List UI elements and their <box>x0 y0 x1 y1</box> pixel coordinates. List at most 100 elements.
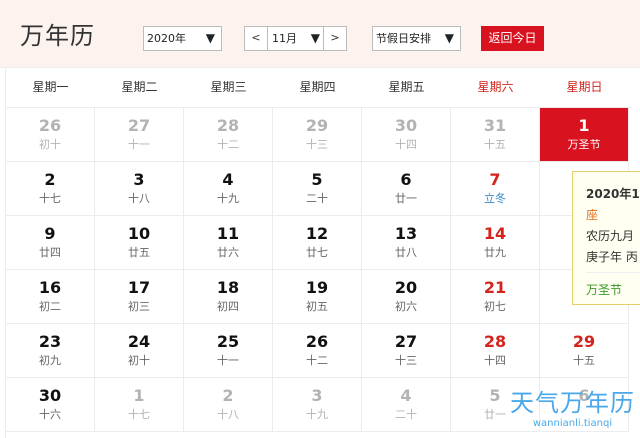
calendar-day-cell[interactable]: 31 十五 <box>451 108 540 162</box>
lunar-date: 廿六 <box>217 246 239 259</box>
popup-constellation: 座 <box>586 208 599 222</box>
next-month-button[interactable]: > <box>323 27 346 50</box>
lunar-date: 十五 <box>573 354 595 367</box>
day-number: 30 <box>38 386 62 405</box>
lunar-date: 十六 <box>39 408 61 421</box>
day-number: 7 <box>489 170 501 189</box>
calendar-day-cell[interactable]: 6 廿一 <box>362 162 451 216</box>
calendar-day-cell[interactable]: 29 十五 <box>540 324 629 378</box>
day-number: 26 <box>305 332 329 351</box>
calendar-day-cell[interactable]: 19 初五 <box>273 270 362 324</box>
lunar-date: 十七 <box>39 192 61 205</box>
lunar-date: 初十 <box>128 354 150 367</box>
calendar-day-cell[interactable]: 17 初三 <box>95 270 184 324</box>
holiday-select-value: 节假日安排 <box>376 32 431 45</box>
calendar-day-cell[interactable]: 4 十九 <box>184 162 273 216</box>
calendar-day-cell[interactable]: 7 立冬 <box>451 162 540 216</box>
calendar-day-cell[interactable]: 23 初九 <box>6 324 95 378</box>
calendar-day-cell[interactable]: 30 十四 <box>362 108 451 162</box>
lunar-date: 十四 <box>395 138 417 151</box>
day-number: 26 <box>38 116 62 135</box>
calendar-day-cell[interactable]: 28 十二 <box>184 108 273 162</box>
calendar-day-cell[interactable]: 30 十六 <box>6 378 95 432</box>
day-number: 20 <box>394 278 418 297</box>
calendar-day-cell[interactable]: 4 二十 <box>362 378 451 432</box>
calendar-day-cell[interactable]: 3 十八 <box>95 162 184 216</box>
calendar-day-cell[interactable]: 2 十八 <box>184 378 273 432</box>
lunar-date: 廿九 <box>484 246 506 259</box>
chevron-down-icon: ▼ <box>310 31 320 45</box>
calendar-day-cell[interactable]: 5 二十 <box>273 162 362 216</box>
lunar-date: 十二 <box>306 354 328 367</box>
lunar-date: 十四 <box>484 354 506 367</box>
calendar-day-cell[interactable]: 20 初六 <box>362 270 451 324</box>
lunar-date: 初九 <box>39 354 61 367</box>
calendar-day-cell[interactable]: 3 十九 <box>273 378 362 432</box>
calendar-day-cell[interactable]: 29 十三 <box>273 108 362 162</box>
calendar-day-cell[interactable]: 1 十七 <box>95 378 184 432</box>
day-number: 9 <box>44 224 56 243</box>
weekday-label: 星期一 <box>32 80 69 94</box>
lunar-date: 立冬 <box>484 192 506 205</box>
weekday-label: 星期五 <box>388 80 425 94</box>
lunar-date: 廿七 <box>306 246 328 259</box>
calendar-day-cell[interactable]: 16 初二 <box>6 270 95 324</box>
calendar-day-cell[interactable]: 26 十二 <box>273 324 362 378</box>
day-number: 17 <box>127 278 151 297</box>
day-number: 11 <box>216 224 240 243</box>
calendar-day-cell[interactable]: 11 廿六 <box>184 216 273 270</box>
date-detail-popup: 2020年1 座 农历九月 庚子年 丙 万圣节 <box>572 171 640 305</box>
day-number: 30 <box>394 116 418 135</box>
lunar-date: 初六 <box>395 300 417 313</box>
calendar-day-cell[interactable]: 25 十一 <box>184 324 273 378</box>
popup-date: 2020年1 <box>586 187 640 201</box>
lunar-date: 十九 <box>217 192 239 205</box>
calendar-day-cell[interactable]: 27 十三 <box>362 324 451 378</box>
lunar-date: 廿四 <box>39 246 61 259</box>
lunar-date: 十二 <box>217 138 239 151</box>
day-number: 16 <box>38 278 62 297</box>
day-number: 12 <box>305 224 329 243</box>
calendar-day-cell[interactable]: 9 廿四 <box>6 216 95 270</box>
weekday-label: 星期三 <box>210 80 247 94</box>
back-to-today-button[interactable]: 返回今日 <box>481 26 544 51</box>
calendar-day-cell[interactable]: 24 初十 <box>95 324 184 378</box>
day-number: 4 <box>222 170 234 189</box>
lunar-date: 十三 <box>306 138 328 151</box>
day-number: 18 <box>216 278 240 297</box>
day-number: 3 <box>311 386 323 405</box>
lunar-date: 十九 <box>306 408 328 421</box>
day-number: 14 <box>483 224 507 243</box>
month-select[interactable]: 11月 ▼ <box>268 27 325 50</box>
calendar-day-cell[interactable]: 1 万圣节 <box>540 108 629 162</box>
popup-lunar-date: 农历九月 <box>586 229 635 243</box>
day-number: 24 <box>127 332 151 351</box>
weekday-header: 星期一 星期二 星期三 星期四 星期五 星期六 星期日 <box>5 68 632 108</box>
calendar-page: 万年历 2020年 ▼ < 11月 ▼ > 节假日安排 ▼ 返回今日 星期一 星… <box>0 0 640 438</box>
day-number: 25 <box>216 332 240 351</box>
calendar-day-cell[interactable]: 14 廿九 <box>451 216 540 270</box>
calendar-day-cell[interactable]: 26 初十 <box>6 108 95 162</box>
lunar-date: 十八 <box>217 408 239 421</box>
calendar-day-cell[interactable]: 21 初七 <box>451 270 540 324</box>
day-number: 27 <box>394 332 418 351</box>
calendar-day-cell[interactable]: 28 十四 <box>451 324 540 378</box>
day-number: 31 <box>483 116 507 135</box>
calendar-day-cell[interactable]: 12 廿七 <box>273 216 362 270</box>
calendar-day-cell[interactable]: 2 十七 <box>6 162 95 216</box>
calendar-day-cell[interactable]: 13 廿八 <box>362 216 451 270</box>
calendar-day-cell[interactable]: 18 初四 <box>184 270 273 324</box>
holiday-select[interactable]: 节假日安排 ▼ <box>372 26 461 51</box>
site-watermark: 天气万年历 wannianli.tianqi <box>510 388 635 434</box>
calendar-day-cell[interactable]: 10 廿五 <box>95 216 184 270</box>
day-number: 2 <box>44 170 56 189</box>
lunar-date: 十七 <box>128 408 150 421</box>
year-select[interactable]: 2020年 ▼ <box>143 26 222 51</box>
day-number: 10 <box>127 224 151 243</box>
chevron-down-icon: ▼ <box>444 31 454 45</box>
lunar-date: 廿八 <box>395 246 417 259</box>
calendar-day-cell[interactable]: 27 十一 <box>95 108 184 162</box>
lunar-date: 十八 <box>128 192 150 205</box>
prev-month-button[interactable]: < <box>245 27 268 50</box>
day-number: 23 <box>38 332 62 351</box>
